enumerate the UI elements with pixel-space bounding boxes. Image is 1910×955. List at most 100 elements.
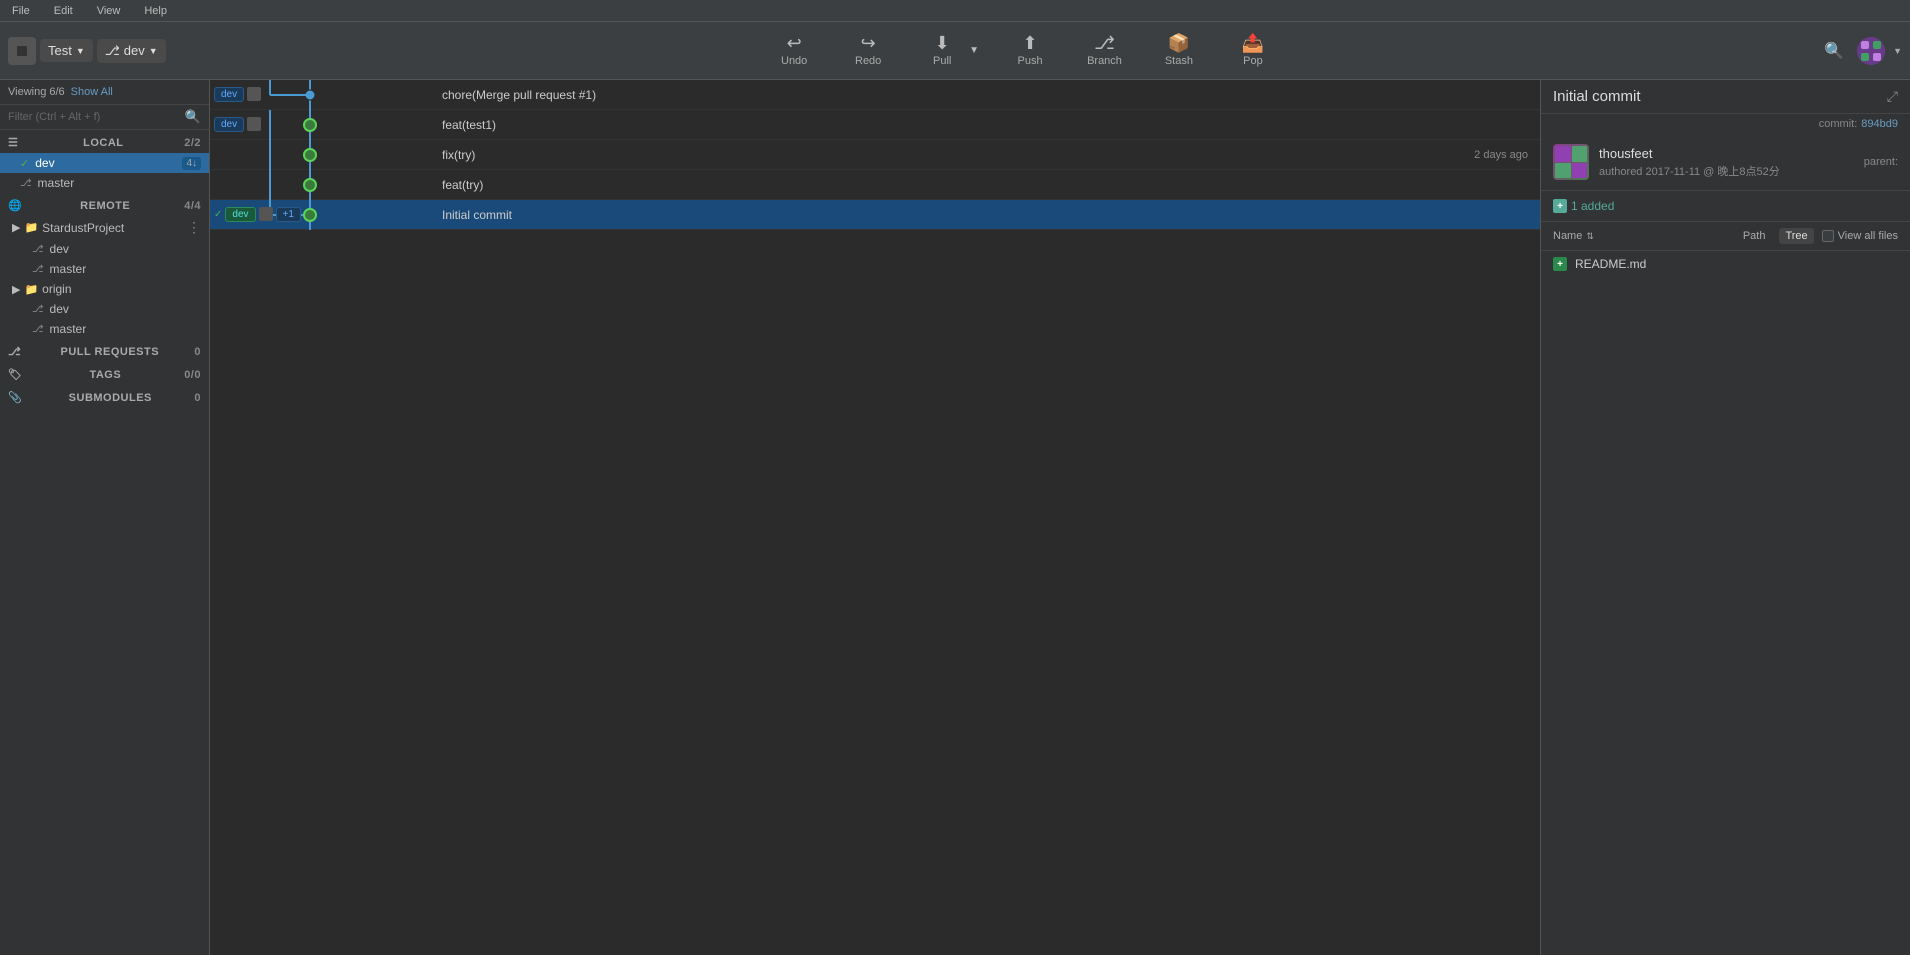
branch-name: dev — [124, 43, 145, 58]
redo-icon: ↪ — [861, 34, 876, 52]
stash-button[interactable]: 📦 Stash — [1154, 30, 1204, 71]
sort-icon: ⇅ — [1586, 231, 1594, 242]
commit-row-5[interactable]: ✓ dev +1 Initial commit — [210, 200, 1540, 230]
remote-origin-dev[interactable]: ⎇ dev — [0, 299, 209, 319]
commit5-icon — [259, 207, 273, 221]
menu-help[interactable]: Help — [140, 3, 171, 19]
repo-name: Test — [48, 43, 72, 58]
avatar-pixel-1 — [1555, 146, 1571, 162]
undo-icon: ↩ — [787, 34, 802, 52]
stats-added: 1 added — [1571, 199, 1614, 213]
avatar-dropdown[interactable]: ▼ — [1893, 46, 1902, 56]
pull-requests-icon: ⎇ — [8, 345, 21, 358]
commit-graph-5: ✓ dev +1 — [210, 200, 430, 230]
user-avatar[interactable] — [1857, 37, 1885, 65]
pop-button[interactable]: 📤 Pop — [1228, 30, 1278, 71]
pull-requests-label: PULL REQUESTS — [60, 346, 159, 358]
commit-row-2[interactable]: dev feat(test1) — [210, 110, 1540, 140]
search-button[interactable]: 🔍 — [1819, 36, 1849, 66]
local-master-name: master — [38, 176, 75, 190]
files-path-button[interactable]: Path — [1737, 228, 1772, 244]
author-info: thousfeet authored 2017-11-11 @ 晚上8点52分 — [1599, 146, 1780, 179]
menu-file[interactable]: File — [8, 3, 34, 19]
local-section-count: 2/2 — [184, 137, 201, 149]
menu-view[interactable]: View — [93, 3, 125, 19]
pull-dropdown-arrow[interactable]: ▼ — [967, 41, 981, 60]
remote-master-icon: ⎇ — [32, 264, 44, 275]
view-all-files-button[interactable]: View all files — [1822, 230, 1898, 242]
file-name-readme: README.md — [1575, 257, 1646, 271]
repo-icon — [8, 37, 36, 65]
detail-expand-icon[interactable]: ⤢ — [1887, 88, 1898, 105]
local-dev-badge: 4↓ — [182, 157, 201, 170]
pull-requests-section-header[interactable]: ⎇ PULL REQUESTS 0 — [0, 339, 209, 362]
commit-row-4[interactable]: feat(try) — [210, 170, 1540, 200]
push-label: Push — [1018, 55, 1043, 67]
remote-group-origin[interactable]: ▶ 📁 origin — [0, 279, 209, 299]
submodules-section-header[interactable]: 📎 SUBMODULES 0 — [0, 385, 209, 408]
push-button[interactable]: ⬆ Push — [1005, 30, 1055, 71]
show-all-link[interactable]: Show All — [71, 86, 113, 98]
file-row-readme[interactable]: + README.md — [1541, 251, 1910, 277]
files-col-name: Name ⇅ — [1553, 230, 1729, 242]
commit2-branch-dev: dev — [214, 117, 244, 132]
remote-section-header[interactable]: 🌐 REMOTE 4/4 — [0, 193, 209, 216]
commit-message-2: feat(test1) — [442, 118, 1528, 132]
remote-group-icon: ▶ — [12, 221, 20, 234]
commit5-branch-dev: dev — [225, 207, 255, 222]
remote-origin-dev-name: dev — [50, 302, 69, 316]
local-branch-master[interactable]: ⎇ master — [0, 173, 209, 193]
remote-origin-dev-icon: ⎇ — [32, 304, 44, 315]
commit-row-3[interactable]: fix(try) 2 days ago — [210, 140, 1540, 170]
remote-stardustproject-master[interactable]: ⎇ master — [0, 259, 209, 279]
remote-section-count: 4/4 — [184, 200, 201, 212]
repo-selector[interactable]: Test ▼ — [40, 39, 93, 62]
local-section-header[interactable]: ☰ LOCAL 2/2 — [0, 130, 209, 153]
undo-button[interactable]: ↩ Undo — [769, 30, 819, 71]
remote-group-more-btn[interactable]: ⋮ — [187, 219, 201, 236]
branch-selector[interactable]: ⎇ dev ▼ — [97, 39, 166, 63]
tags-icon: 🏷 — [8, 368, 22, 381]
author-date: authored 2017-11-11 @ 晚上8点52分 — [1599, 163, 1780, 179]
remote-master-name: master — [50, 262, 87, 276]
remote-group-icon2: 📁 — [24, 221, 38, 234]
filter-input[interactable] — [8, 111, 181, 123]
tags-section-header[interactable]: 🏷 TAGS 0/0 — [0, 362, 209, 385]
toolbar: Test ▼ ⎇ dev ▼ ↩ Undo ↪ Redo ⬇ Pull ▼ ⬆ … — [0, 22, 1910, 80]
commit-hash: 894bd9 — [1861, 118, 1898, 130]
added-icon: + — [1553, 199, 1567, 213]
menu-edit[interactable]: Edit — [50, 3, 77, 19]
tags-count: 0/0 — [184, 369, 201, 381]
remote-group-name: StardustProject — [42, 221, 124, 235]
remote-group-stardustproject[interactable]: ▶ 📁 StardustProject ⋮ — [0, 216, 209, 239]
commit-graph-3 — [210, 140, 430, 170]
remote-stardustproject-dev[interactable]: ⎇ dev — [0, 239, 209, 259]
commit-row-1[interactable]: dev chore(Merge pull request #1) — [210, 80, 1540, 110]
pop-label: Pop — [1243, 55, 1263, 67]
branch-button[interactable]: ⎇ Branch — [1079, 30, 1130, 71]
local-branch-dev[interactable]: ✓ dev 4↓ — [0, 153, 209, 173]
detail-commit-ref: commit: 894bd9 — [1541, 114, 1910, 134]
redo-button[interactable]: ↪ Redo — [843, 30, 893, 71]
view-all-checkbox[interactable] — [1822, 230, 1834, 242]
avatar-pixel-2 — [1572, 146, 1588, 162]
avatar-pixel-3 — [1555, 163, 1571, 179]
viewing-label: Viewing 6/6 — [8, 86, 65, 98]
submodules-icon: 📎 — [8, 391, 22, 404]
redo-label: Redo — [855, 55, 881, 67]
commit-graph-1: dev — [210, 80, 430, 110]
remote-section-icon: 🌐 — [8, 199, 22, 212]
parent-label: parent: — [1864, 156, 1898, 168]
remote-origin-name: origin — [42, 282, 71, 296]
toolbar-left: Test ▼ ⎇ dev ▼ — [8, 37, 228, 65]
toolbar-center: ↩ Undo ↪ Redo ⬇ Pull ▼ ⬆ Push ⎇ Branch 📦… — [228, 30, 1819, 71]
commit-message-4: feat(try) — [442, 178, 1528, 192]
pull-button[interactable]: ⬇ Pull — [917, 30, 967, 71]
pull-button-group: ⬇ Pull ▼ — [917, 30, 981, 71]
branch-toolbar-icon: ⎇ — [1094, 34, 1115, 52]
remote-origin-master[interactable]: ⎇ master — [0, 319, 209, 339]
branch-label: Branch — [1087, 55, 1122, 67]
files-tree-button[interactable]: Tree — [1779, 228, 1813, 244]
view-all-label: View all files — [1838, 230, 1898, 242]
active-branch-check: ✓ — [20, 157, 29, 170]
